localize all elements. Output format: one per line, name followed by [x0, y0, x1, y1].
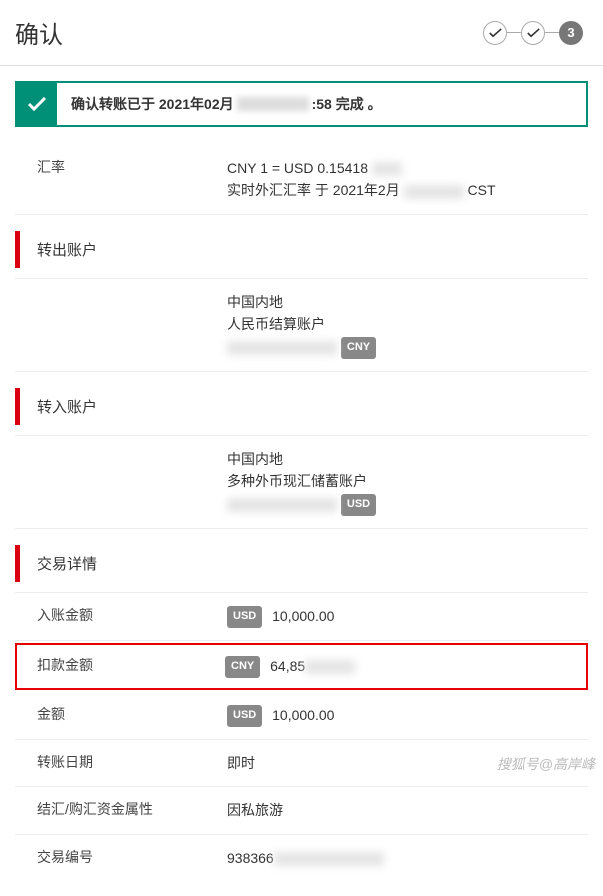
currency-badge-cny: CNY [225, 656, 260, 678]
rate-note-prefix: 实时外汇汇率 于 2021年2月 [227, 182, 400, 198]
redacted-text [227, 341, 337, 355]
rate-text: CNY 1 = USD 0.15418 [227, 160, 368, 176]
currency-badge-cny: CNY [341, 337, 376, 359]
redacted-text [372, 162, 402, 176]
to-account-head: 转入账户 [15, 378, 588, 436]
credit-value-text: 10,000.00 [272, 608, 334, 624]
purpose-label: 结汇/购汇资金属性 [37, 799, 227, 821]
step-indicator: 3 [483, 21, 583, 45]
from-region: 中国内地 [227, 291, 580, 313]
debit-amount-value: CNY 64,85 [225, 655, 578, 678]
from-account-head: 转出账户 [15, 221, 588, 279]
exchange-rate-value: CNY 1 = USD 0.15418 实时外汇汇率 于 2021年2月 CST [227, 157, 580, 202]
purpose-value: 因私旅游 [227, 799, 580, 821]
debit-amount-highlighted: 扣款金额 CNY 64,85 [15, 643, 588, 690]
currency-badge-usd: USD [227, 606, 262, 628]
alert-prefix: 确认转账已于 2021年02月 [71, 94, 234, 114]
txn-id-label: 交易编号 [37, 847, 227, 869]
transaction-details-head: 交易详情 [15, 535, 588, 593]
step-3-current: 3 [559, 21, 583, 45]
step-connector [545, 32, 559, 33]
check-icon [17, 83, 57, 125]
to-region: 中国内地 [227, 448, 580, 470]
amount-value-text: 10,000.00 [272, 707, 334, 723]
transfer-date-value: 即时 [227, 752, 580, 774]
redacted-text [274, 852, 384, 866]
rate-note-suffix: CST [468, 182, 496, 198]
from-account-details: 中国内地 人民币结算账户 CNY [227, 291, 580, 359]
from-type: 人民币结算账户 [227, 313, 580, 335]
redacted-text [305, 660, 355, 674]
step-1-done [483, 21, 507, 45]
to-account-details: 中国内地 多种外币现汇储蓄账户 USD [227, 448, 580, 516]
debit-amount-label: 扣款金额 [37, 655, 225, 678]
redacted-text [237, 97, 309, 111]
transfer-date-label: 转账日期 [37, 752, 227, 774]
debit-value-text: 64,85 [270, 658, 305, 674]
currency-badge-usd: USD [341, 494, 376, 516]
redacted-text [227, 498, 337, 512]
redacted-text [404, 185, 464, 199]
amount-label: 金额 [37, 704, 227, 727]
amount-value: USD 10,000.00 [227, 704, 580, 727]
credit-amount-label: 入账金额 [37, 605, 227, 628]
currency-badge-usd: USD [227, 705, 262, 727]
step-2-done [521, 21, 545, 45]
step-connector [507, 32, 521, 33]
alert-suffix: :58 完成 。 [312, 94, 382, 114]
page-title: 确认 [15, 15, 63, 50]
success-alert: 确认转账已于 2021年02月 :58 完成 。 [15, 81, 588, 127]
txn-id-value: 938366 [227, 847, 580, 869]
exchange-rate-label: 汇率 [37, 157, 227, 202]
txn-value-text: 938366 [227, 850, 274, 866]
credit-amount-value: USD 10,000.00 [227, 605, 580, 628]
alert-message: 确认转账已于 2021年02月 :58 完成 。 [57, 83, 396, 125]
to-type: 多种外币现汇储蓄账户 [227, 470, 580, 492]
